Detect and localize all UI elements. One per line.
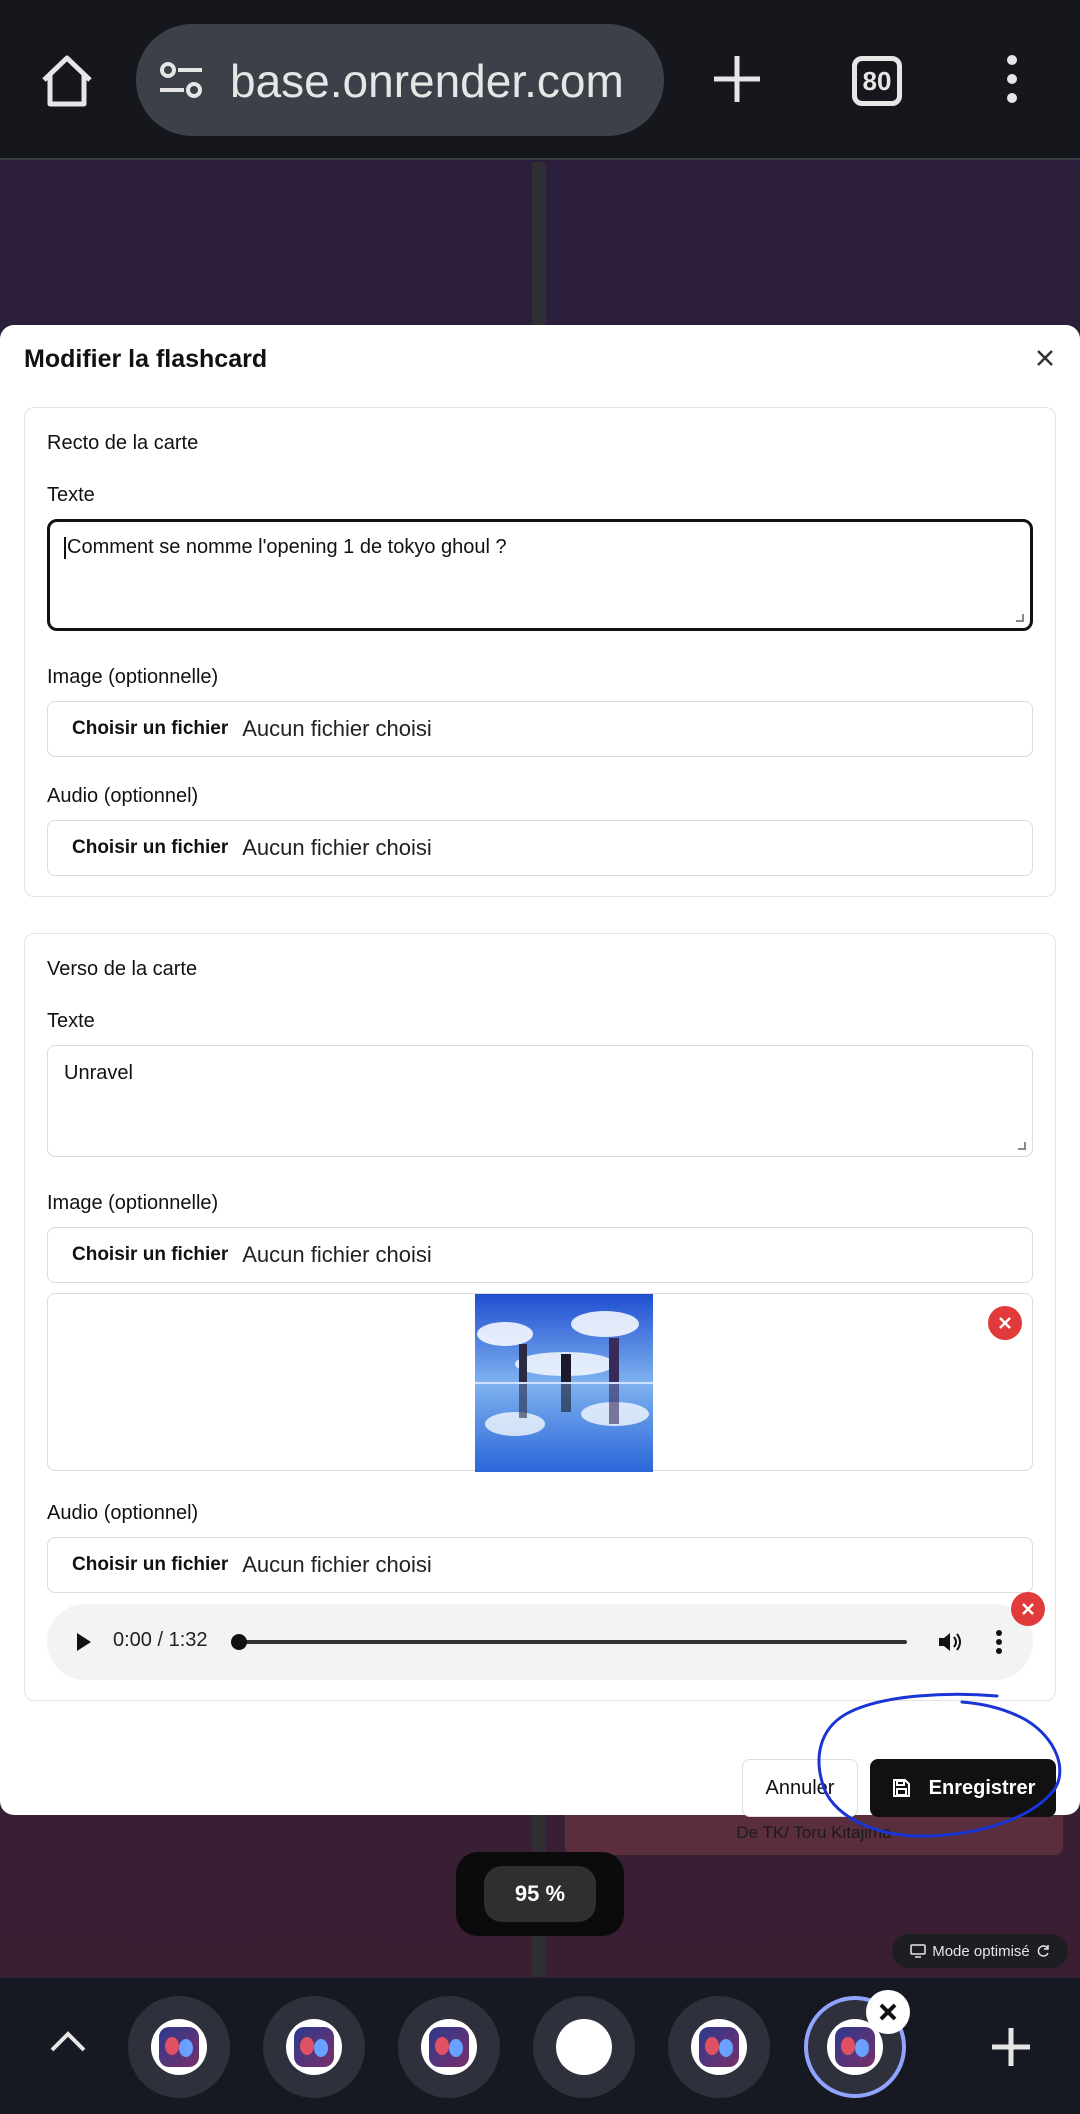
text-caret	[64, 536, 66, 559]
resize-handle[interactable]	[1018, 1142, 1026, 1150]
theater-masks-icon	[151, 2019, 207, 2075]
tab-item[interactable]	[263, 1996, 365, 2098]
url-text[interactable]: base.onrender.com	[230, 54, 650, 108]
tab-switcher-icon[interactable]: 80	[852, 56, 902, 106]
remove-image-button[interactable]	[988, 1306, 1022, 1340]
close-icon	[999, 1317, 1011, 1329]
verso-text-label: Texte	[47, 1010, 95, 1032]
edit-flashcard-dialog: Modifier la flashcard Recto de la carte …	[0, 325, 1080, 1817]
volume-icon[interactable]	[937, 1630, 963, 1654]
recto-section: Recto de la carte Texte Comment se nomme…	[24, 407, 1056, 897]
tab-item[interactable]	[533, 1996, 635, 2098]
url-bar[interactable]: base.onrender.com	[136, 24, 664, 136]
verso-section: Verso de la carte Texte Unravel Image (o…	[24, 933, 1056, 1701]
zoom-indicator: 95 %	[456, 1852, 624, 1936]
tab-item[interactable]	[668, 1996, 770, 2098]
choose-file-button[interactable]: Choisir un fichier	[72, 1244, 228, 1266]
more-vert-icon[interactable]	[1000, 54, 1024, 104]
audio-time: 0:00 / 1:32	[113, 1629, 208, 1651]
recto-section-title: Recto de la carte	[47, 432, 199, 454]
theater-masks-icon	[691, 2019, 747, 2075]
choose-file-button[interactable]: Choisir un fichier	[72, 1554, 228, 1576]
anime-artwork-image	[475, 1294, 653, 1472]
close-icon	[879, 2003, 897, 2021]
verso-text-value: Unravel	[64, 1062, 133, 1084]
monitor-icon	[910, 1944, 926, 1958]
new-tab-icon[interactable]	[712, 54, 762, 104]
verso-text-field[interactable]: Unravel	[47, 1045, 1033, 1157]
choose-file-button[interactable]: Choisir un fichier	[72, 837, 228, 859]
remove-audio-button[interactable]	[1011, 1592, 1045, 1626]
background-card: De TK/ Toru Kitajima	[565, 1815, 1063, 1855]
site-settings-icon[interactable]	[158, 60, 204, 100]
file-status: Aucun fichier choisi	[242, 1552, 432, 1577]
refresh-icon	[1037, 1945, 1049, 1957]
blank-page-icon	[556, 2019, 612, 2075]
audio-progress-track[interactable]	[237, 1640, 907, 1644]
tab-item[interactable]	[128, 1996, 230, 2098]
optimized-mode-label: Mode optimisé	[932, 1942, 1030, 1960]
verso-section-title: Verso de la carte	[47, 958, 198, 980]
add-tab-icon[interactable]	[990, 2026, 1032, 2068]
zoom-value: 95 %	[484, 1866, 596, 1922]
audio-progress-knob[interactable]	[231, 1634, 247, 1650]
audio-player: 0:00 / 1:32	[47, 1592, 1045, 1680]
recto-audio-file-input[interactable]: Choisir un fichier Aucun fichier choisi	[47, 820, 1033, 876]
recto-image-file-input[interactable]: Choisir un fichier Aucun fichier choisi	[47, 701, 1033, 757]
verso-image-file-input[interactable]: Choisir un fichier Aucun fichier choisi	[47, 1227, 1033, 1283]
theater-masks-icon	[421, 2019, 477, 2075]
recto-text-label: Texte	[47, 484, 95, 506]
file-status: Aucun fichier choisi	[242, 716, 432, 741]
dialog-title: Modifier la flashcard	[24, 345, 268, 373]
verso-image-label: Image (optionnelle)	[47, 1192, 219, 1214]
recto-text-value: Comment se nomme l'opening 1 de tokyo gh…	[67, 536, 507, 558]
close-icon	[1022, 1603, 1034, 1615]
optimized-mode-toggle[interactable]: Mode optimisé	[892, 1934, 1068, 1968]
verso-audio-label: Audio (optionnel)	[47, 1502, 199, 1524]
tab-item[interactable]	[398, 1996, 500, 2098]
more-vert-icon[interactable]	[995, 1630, 1003, 1654]
tab-strip	[0, 1978, 1080, 2114]
save-button-label: Enregistrer	[928, 1776, 1036, 1799]
choose-file-button[interactable]: Choisir un fichier	[72, 718, 228, 740]
recto-audio-label: Audio (optionnel)	[47, 785, 199, 807]
chevron-up-icon[interactable]	[48, 2028, 88, 2054]
recto-text-field[interactable]: Comment se nomme l'opening 1 de tokyo gh…	[47, 519, 1033, 631]
recto-image-label: Image (optionnelle)	[47, 666, 219, 688]
home-icon[interactable]	[38, 52, 96, 110]
browser-toolbar: base.onrender.com 80	[0, 0, 1080, 160]
resize-handle[interactable]	[1016, 614, 1024, 622]
verso-audio-file-input[interactable]: Choisir un fichier Aucun fichier choisi	[47, 1537, 1033, 1593]
play-icon[interactable]	[75, 1631, 93, 1653]
save-icon	[892, 1779, 910, 1797]
cancel-button[interactable]: Annuler	[742, 1759, 858, 1817]
file-status: Aucun fichier choisi	[242, 1242, 432, 1267]
save-button[interactable]: Enregistrer	[870, 1759, 1056, 1817]
close-icon[interactable]	[1034, 347, 1056, 369]
verso-image-preview	[47, 1293, 1033, 1472]
background-card-caption: De TK/ Toru Kitajima	[736, 1823, 892, 1842]
file-status: Aucun fichier choisi	[242, 835, 432, 860]
close-tab-button[interactable]	[866, 1990, 910, 2034]
theater-masks-icon	[286, 2019, 342, 2075]
